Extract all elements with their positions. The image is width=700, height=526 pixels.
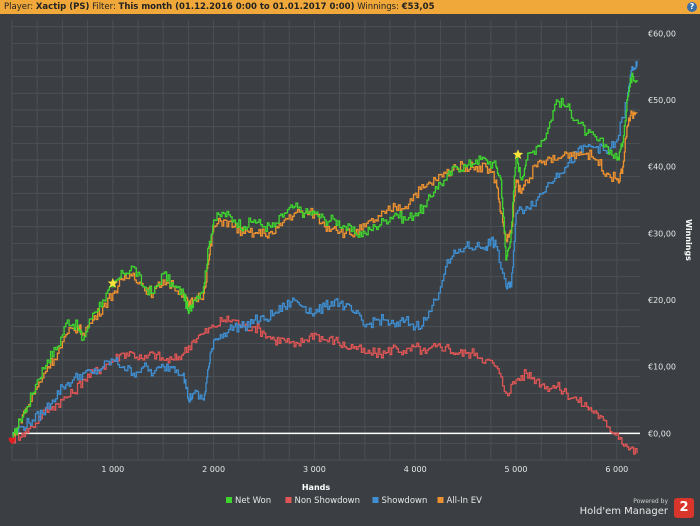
y-tick-label: €30,00 (648, 229, 676, 238)
legend-label: All-In EV (447, 496, 483, 506)
x-tick-label: 4 000 (404, 465, 427, 474)
x-axis-label: Hands (302, 483, 331, 492)
y-tick-label: €40,00 (648, 163, 676, 172)
y-tick-label: €10,00 (648, 363, 676, 372)
header-bar: Player: Xactip (PS) Filter: This month (… (0, 0, 700, 14)
help-icon[interactable]: ? (687, 2, 697, 12)
legend-swatch (285, 497, 292, 503)
y-tick-label: €0,00 (648, 429, 671, 438)
x-tick-label: 2 000 (202, 465, 225, 474)
legend-swatch (372, 497, 379, 503)
player-label: Player: (4, 2, 34, 12)
x-tick-label: 1 000 (101, 465, 124, 474)
filter-label: Filter: (92, 2, 116, 12)
legend-label: Non Showdown (295, 496, 361, 506)
hm2-logo-icon: 2 (674, 498, 694, 518)
branding: Powered by Hold'em Manager 2 (576, 496, 696, 522)
winnings-value: €53,05 (401, 2, 435, 12)
product-name: Hold'em Manager (579, 506, 668, 517)
plot-area (12, 20, 640, 460)
player-value: Xactip (PS) (35, 2, 90, 12)
x-tick-label: 6 000 (605, 465, 628, 474)
legend-swatch (226, 497, 232, 503)
x-tick-label: 3 000 (303, 465, 326, 474)
x-tick-label: 5 000 (505, 465, 528, 474)
legend-swatch (437, 497, 444, 503)
legend-label: Showdown (382, 496, 428, 506)
winnings-graph: €0,00 €10,00 €20,00 €30,00 €40,00 €50,00 €60,0… (8, 20, 693, 506)
y-axis-label: Winnings (684, 219, 693, 261)
powered-by-text: Powered by (633, 498, 668, 505)
y-tick-label: €60,00 (648, 29, 676, 38)
y-tick-label: €20,00 (648, 296, 676, 305)
legend-label: Net Won (235, 496, 271, 506)
winnings-label: Winnings: (357, 2, 399, 12)
y-tick-label: €50,00 (648, 96, 676, 105)
filter-value: This month (01.12.2016 0:00 to 01.01.201… (118, 2, 355, 12)
